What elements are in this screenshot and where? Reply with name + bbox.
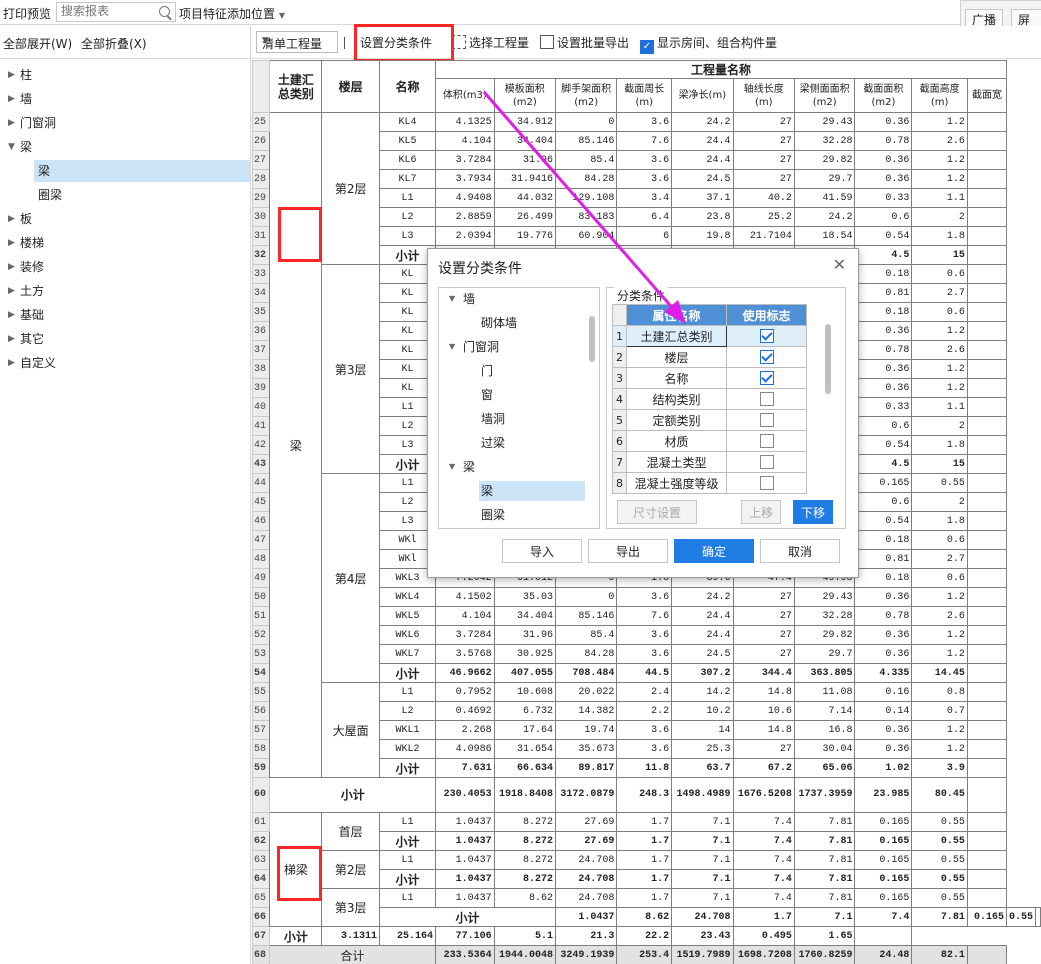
arrow-annotation — [482, 91, 686, 324]
arrow-line — [482, 91, 678, 313]
